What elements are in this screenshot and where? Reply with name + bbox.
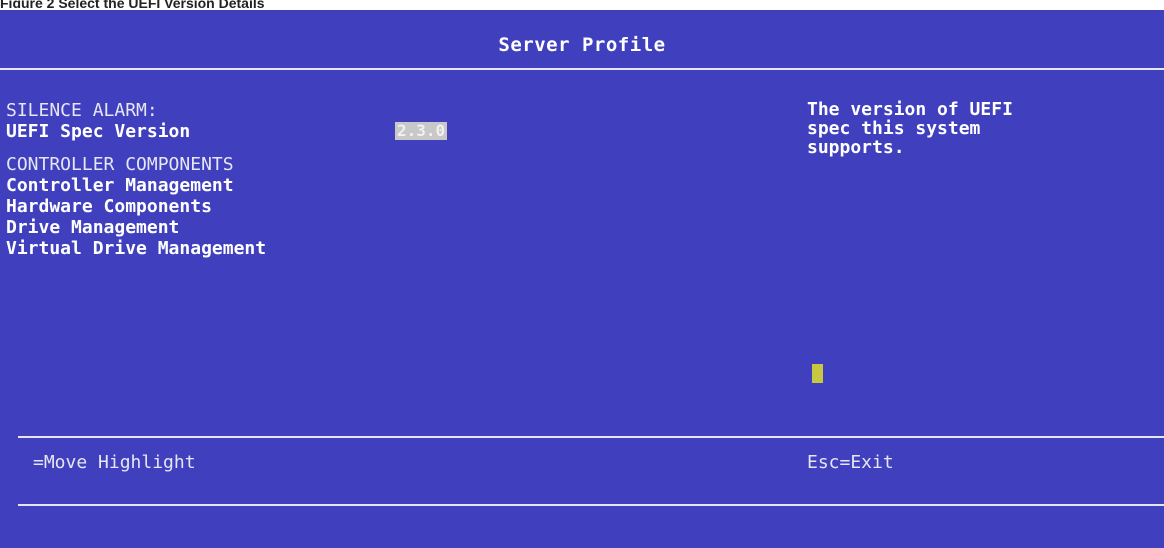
menu-item-controller-management[interactable]: Controller Management (6, 175, 526, 196)
menu-item-virtual-drive-management[interactable]: Virtual Drive Management (6, 238, 526, 259)
footer-bottom-divider (18, 504, 1164, 506)
menu-item-uefi-spec-version[interactable]: UEFI Spec Version 2.3.0 (6, 121, 526, 142)
menu-item-label: Controller Management (6, 175, 234, 196)
bios-screen: Server Profile SILENCE ALARM: UEFI Spec … (0, 10, 1164, 548)
menu-panel: SILENCE ALARM: UEFI Spec Version 2.3.0 C… (6, 100, 526, 259)
help-panel: The version of UEFI spec this system sup… (807, 100, 1147, 157)
section-header-controller-components: CONTROLLER COMPONENTS (6, 154, 526, 175)
top-divider (0, 68, 1164, 70)
move-highlight-hint: =Move Highlight (33, 452, 196, 473)
menu-item-hardware-components[interactable]: Hardware Components (6, 196, 526, 217)
menu-item-label: Hardware Components (6, 196, 212, 217)
text-cursor (812, 364, 823, 383)
menu-item-label: Virtual Drive Management (6, 238, 267, 259)
menu-item-label: UEFI Spec Version (6, 121, 191, 142)
help-text-line: The version of UEFI (807, 99, 1013, 120)
figure-caption: Figure 2 Select the UEFI Version Details (0, 0, 265, 8)
help-text-line: supports. (807, 137, 905, 158)
help-text-line: spec this system (807, 118, 981, 139)
menu-item-drive-management[interactable]: Drive Management (6, 217, 526, 238)
menu-item-silence-alarm[interactable]: SILENCE ALARM: (6, 100, 526, 121)
screen-title: Server Profile (498, 34, 666, 56)
uefi-spec-version-value[interactable]: 2.3.0 (395, 122, 448, 140)
esc-exit-hint[interactable]: Esc=Exit (807, 452, 894, 474)
menu-item-label: SILENCE ALARM: (6, 100, 158, 121)
section-header-label: CONTROLLER COMPONENTS (6, 154, 234, 175)
footer-top-divider (18, 436, 1164, 438)
menu-item-label: Drive Management (6, 217, 180, 238)
